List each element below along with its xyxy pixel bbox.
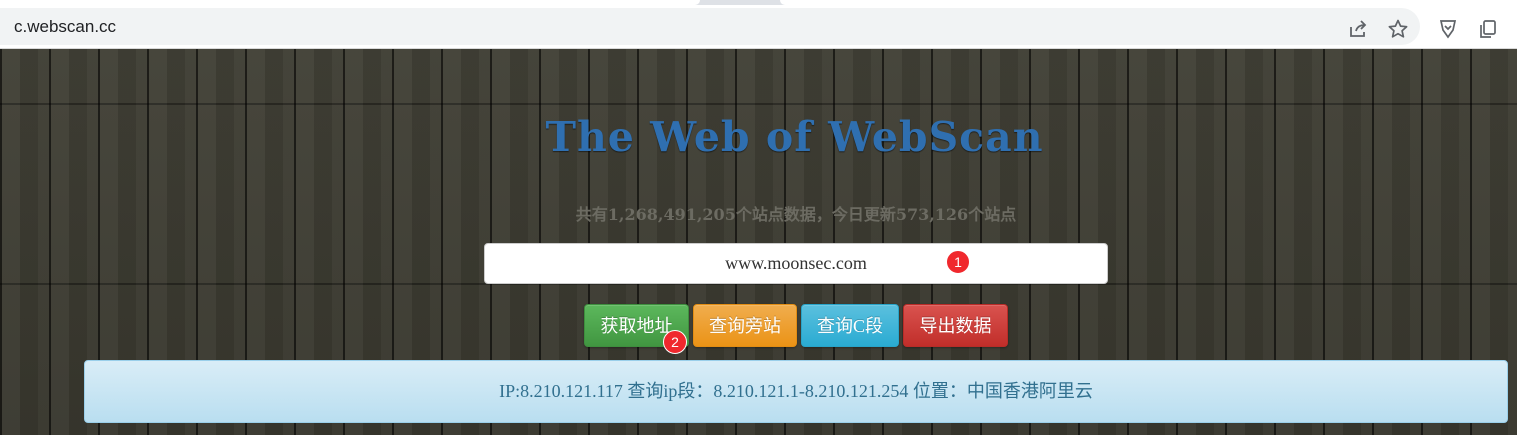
annotation-badge-1: 1 bbox=[946, 250, 970, 274]
domain-search-input[interactable]: www.moonsec.com bbox=[484, 243, 1108, 284]
query-c-segment-button[interactable]: 查询C段 bbox=[801, 304, 899, 347]
annotation-badge-2: 2 bbox=[663, 330, 687, 354]
site-stats: 共有1,268,491,205个站点数据，今日更新573,126个站点 bbox=[575, 205, 1017, 224]
share-icon[interactable] bbox=[1347, 18, 1369, 40]
address-bar: c.webscan.cc bbox=[0, 5, 1517, 49]
star-icon[interactable] bbox=[1387, 18, 1409, 40]
copy-icon[interactable] bbox=[1477, 18, 1499, 40]
page-content: The Web of WebScan 共有1,268,491,205个站点数据，… bbox=[0, 49, 1517, 435]
extension-icon[interactable] bbox=[1437, 18, 1459, 40]
site-title: The Web of WebScan bbox=[545, 113, 1044, 161]
query-side-site-button[interactable]: 查询旁站 bbox=[693, 304, 797, 347]
omnibox[interactable]: c.webscan.cc bbox=[0, 8, 1420, 45]
result-alert: IP:8.210.121.117 查询ip段：8.210.121.1-8.210… bbox=[84, 360, 1508, 423]
export-data-button[interactable]: 导出数据 bbox=[903, 304, 1008, 347]
url-text[interactable]: c.webscan.cc bbox=[14, 17, 116, 37]
